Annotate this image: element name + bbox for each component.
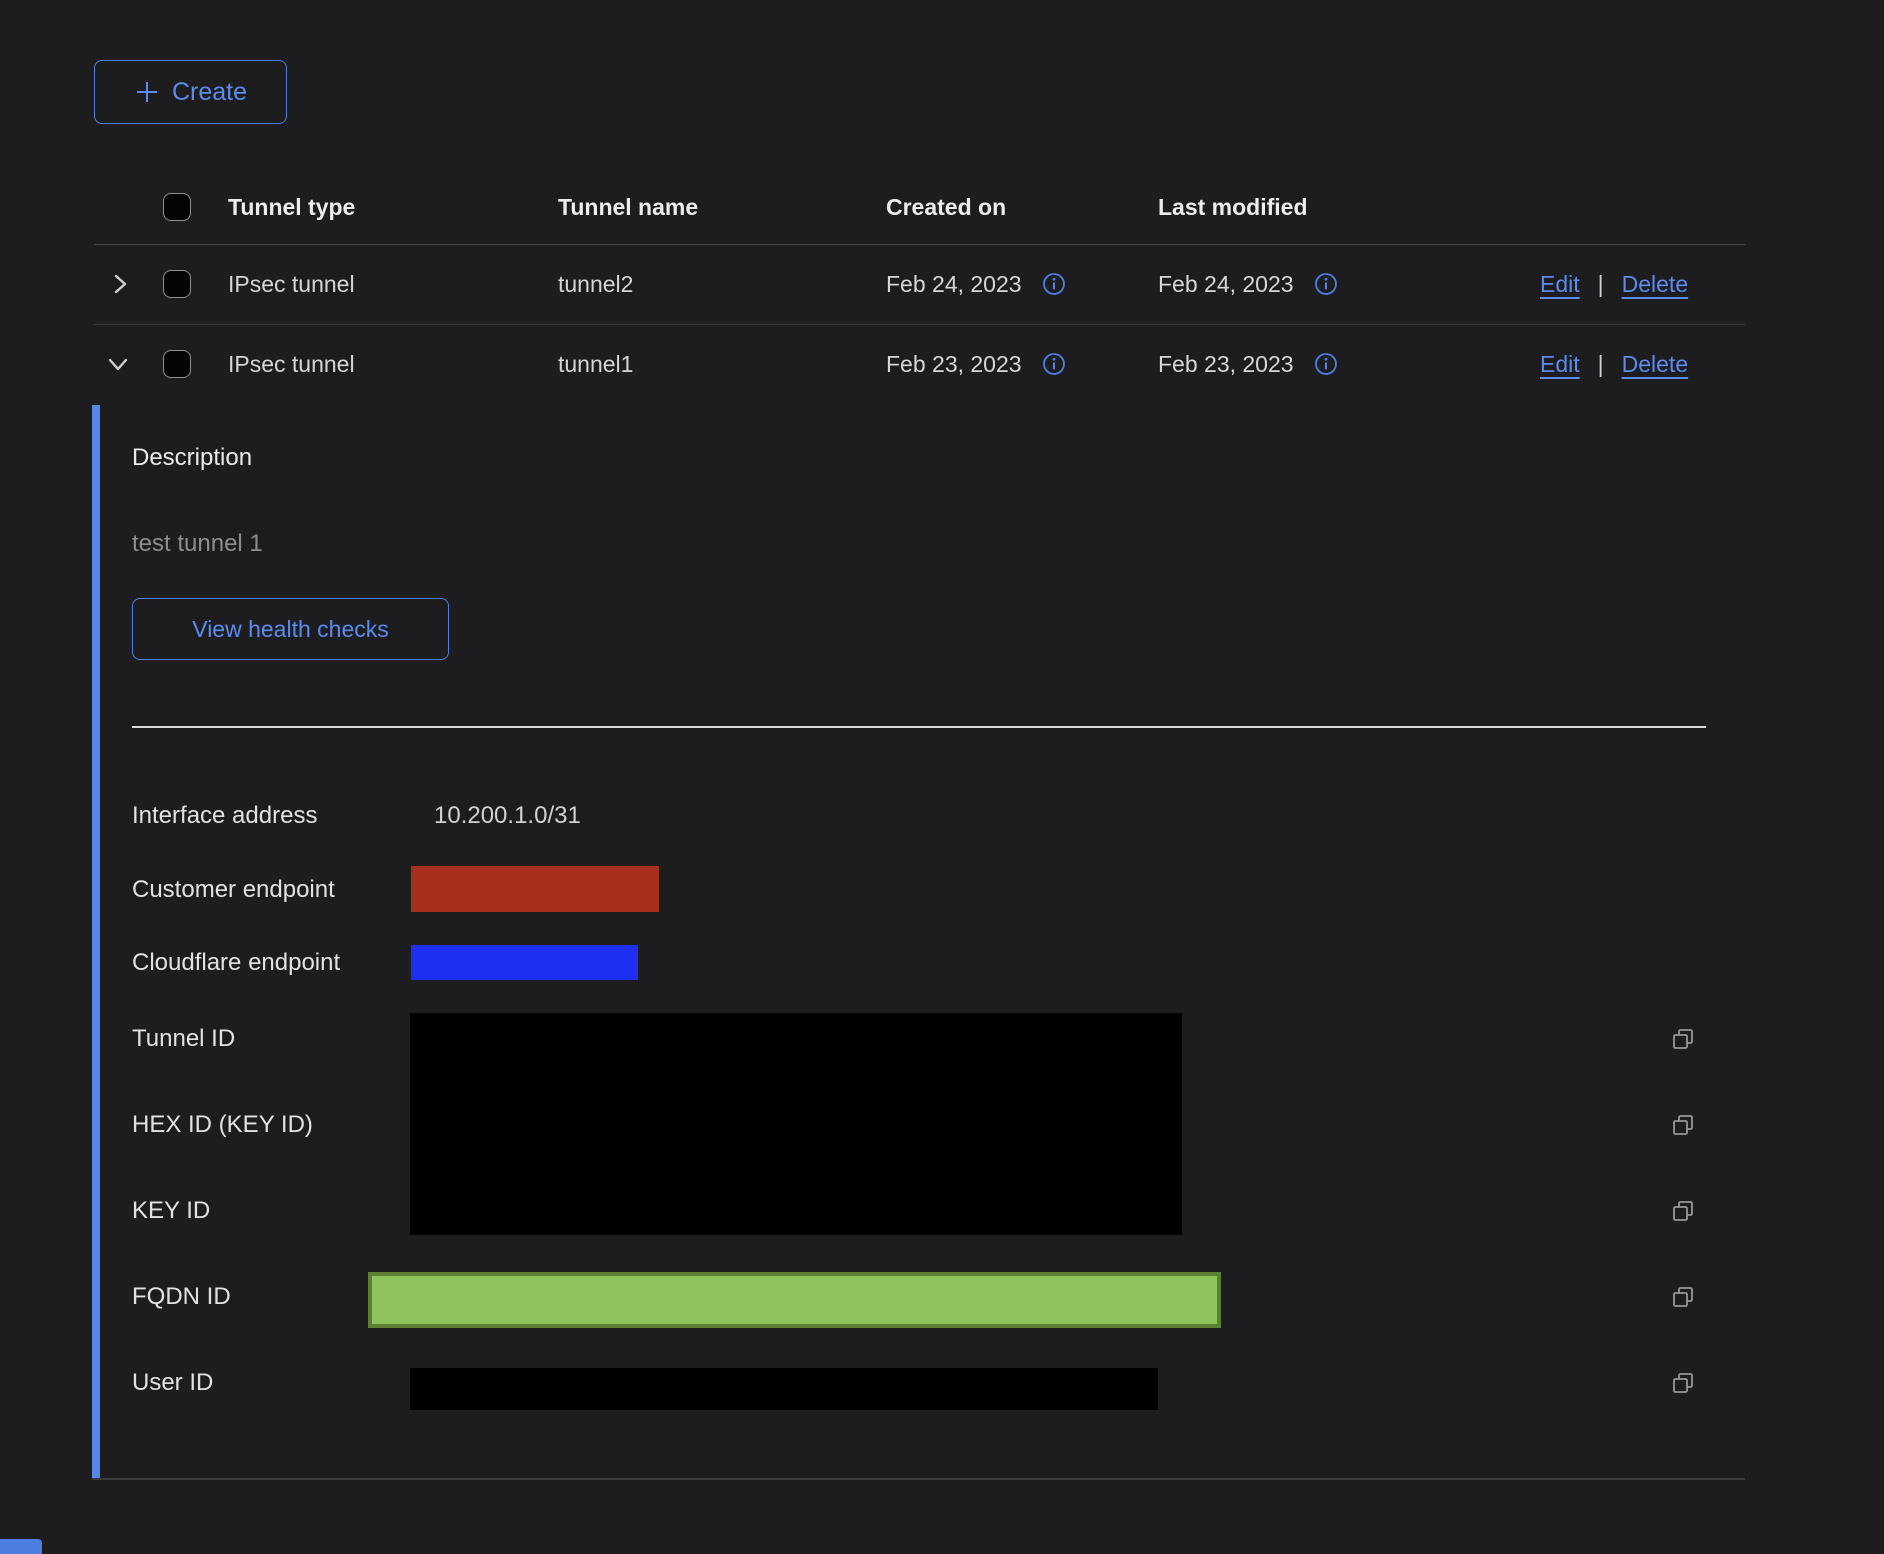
- panel-bottom-divider: [92, 1478, 1745, 1480]
- tunnel-name-cell: tunnel1: [558, 324, 633, 404]
- expanded-panel-accent-bar: [92, 405, 100, 1479]
- select-all-checkbox[interactable]: [163, 193, 191, 221]
- delete-link[interactable]: Delete: [1622, 271, 1688, 298]
- view-health-checks-button[interactable]: View health checks: [132, 598, 449, 660]
- field-label-user-id: User ID: [132, 1369, 213, 1397]
- info-icon[interactable]: [1042, 272, 1066, 296]
- row-checkbox[interactable]: [163, 270, 191, 298]
- last-modified-cell: Feb 24, 2023: [1158, 271, 1294, 298]
- section-divider: [132, 726, 1706, 728]
- action-separator: |: [1598, 271, 1604, 298]
- create-button[interactable]: Create: [94, 60, 287, 124]
- copy-icon[interactable]: [1668, 1282, 1698, 1312]
- field-label-key-id: KEY ID: [132, 1197, 210, 1225]
- field-label-hex-id: HEX ID (KEY ID): [132, 1111, 313, 1139]
- copy-icon[interactable]: [1668, 1024, 1698, 1054]
- expand-chevron-right-icon[interactable]: [106, 244, 134, 324]
- row-checkbox[interactable]: [163, 350, 191, 378]
- field-value-interface-address: 10.200.1.0/31: [434, 802, 581, 830]
- delete-link[interactable]: Delete: [1622, 351, 1688, 378]
- user-id-redaction: [410, 1368, 1158, 1410]
- info-icon[interactable]: [1314, 352, 1338, 376]
- table-row: IPsec tunnel tunnel1 Feb 23, 2023 Feb 23…: [94, 324, 1745, 404]
- created-on-cell: Feb 24, 2023: [886, 271, 1022, 298]
- info-icon[interactable]: [1314, 272, 1338, 296]
- tunnel-ids-redaction: [410, 1013, 1182, 1235]
- column-header-tunnel-type: Tunnel type: [228, 170, 355, 244]
- tunnel-type-cell: IPsec tunnel: [228, 244, 355, 324]
- column-header-last-modified: Last modified: [1158, 170, 1308, 244]
- copy-icon[interactable]: [1668, 1196, 1698, 1226]
- copy-icon[interactable]: [1668, 1368, 1698, 1398]
- view-health-checks-label: View health checks: [192, 616, 388, 643]
- action-separator: |: [1598, 351, 1604, 378]
- field-label-customer-endpoint: Customer endpoint: [132, 876, 335, 904]
- fqdn-id-redaction: [368, 1272, 1221, 1328]
- created-on-cell: Feb 23, 2023: [886, 351, 1022, 378]
- description-value: test tunnel 1: [132, 530, 263, 558]
- table-row: IPsec tunnel tunnel2 Feb 24, 2023 Feb 24…: [94, 244, 1745, 324]
- field-label-cloudflare-endpoint: Cloudflare endpoint: [132, 949, 340, 977]
- field-label-fqdn-id: FQDN ID: [132, 1283, 231, 1311]
- customer-endpoint-redaction: [411, 866, 659, 912]
- expand-chevron-down-icon[interactable]: [103, 324, 133, 404]
- edit-link[interactable]: Edit: [1540, 351, 1580, 378]
- cloudflare-endpoint-redaction: [411, 945, 638, 980]
- table-header-row: Tunnel type Tunnel name Created on Last …: [94, 170, 1745, 244]
- field-label-tunnel-id: Tunnel ID: [132, 1025, 235, 1053]
- tunnel-type-cell: IPsec tunnel: [228, 324, 355, 404]
- corner-accent: [0, 1539, 42, 1554]
- field-label-interface-address: Interface address: [132, 802, 317, 830]
- description-label: Description: [132, 444, 252, 472]
- create-button-label: Create: [172, 78, 247, 107]
- column-header-tunnel-name: Tunnel name: [558, 170, 698, 244]
- last-modified-cell: Feb 23, 2023: [1158, 351, 1294, 378]
- info-icon[interactable]: [1042, 352, 1066, 376]
- plus-icon: [134, 79, 160, 105]
- column-header-created-on: Created on: [886, 170, 1006, 244]
- tunnel-name-cell: tunnel2: [558, 244, 633, 324]
- edit-link[interactable]: Edit: [1540, 271, 1580, 298]
- copy-icon[interactable]: [1668, 1110, 1698, 1140]
